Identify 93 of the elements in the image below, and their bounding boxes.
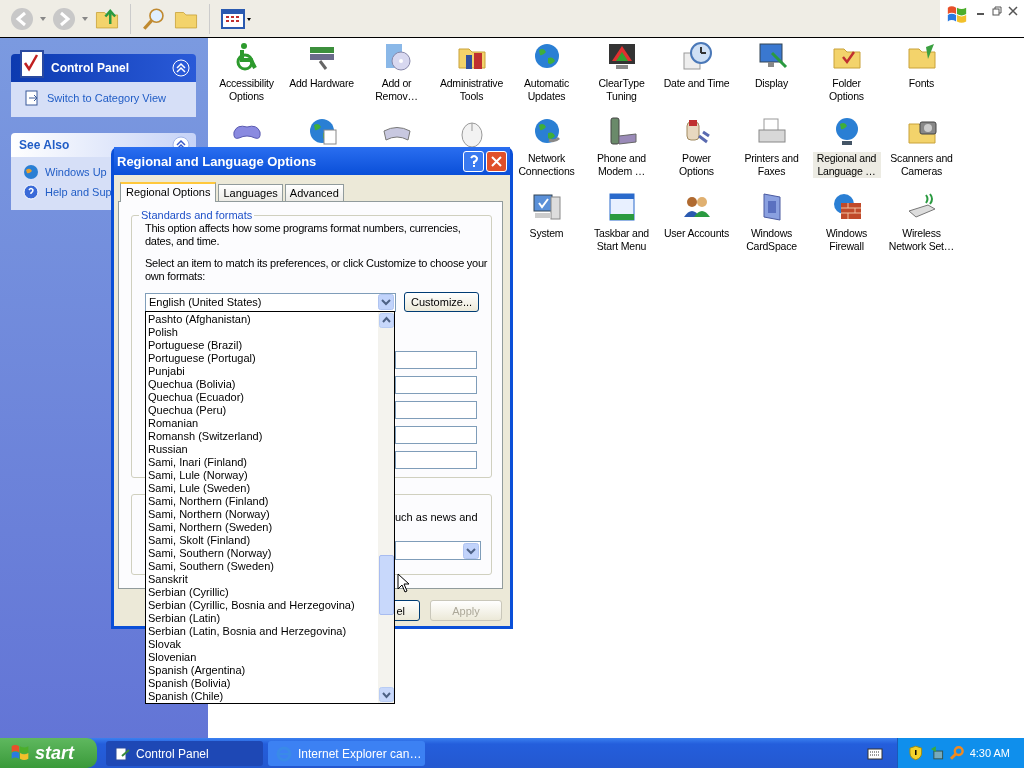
dropdown-option[interactable]: Punjabi: [148, 365, 378, 378]
close-button[interactable]: [486, 150, 507, 172]
dropdown-option[interactable]: Sami, Northern (Sweden): [148, 521, 378, 534]
control-panel-item[interactable]: Windows CardSpace: [737, 227, 806, 253]
dropdown-option[interactable]: Serbian (Latin): [148, 612, 378, 625]
caret-icon[interactable]: [40, 16, 46, 21]
control-panel-item[interactable]: Add or Remov…: [362, 77, 431, 103]
dropdown-list-menu[interactable]: [145, 311, 395, 704]
control-panel-item[interactable]: Printers and Faxes: [737, 152, 806, 178]
dropdown-option[interactable]: Slovak: [148, 638, 378, 651]
panel-title: Control Panel: [51, 61, 130, 75]
taskbar-button[interactable]: Control Panel: [106, 741, 263, 766]
dropdown-option[interactable]: Serbian (Cyrillic, Bosnia and Herzegovina): [148, 599, 378, 612]
dropdown-option[interactable]: Spanish (Chile): [148, 690, 378, 703]
customize-button[interactable]: Customize...: [404, 292, 480, 312]
control-panel-item[interactable]: Wireless Network Set…: [887, 227, 956, 253]
shield-icon: [908, 745, 924, 761]
close-icon[interactable]: [1008, 6, 1018, 16]
dropdown-option[interactable]: Sami, Northern (Finland): [148, 495, 378, 508]
dropdown-option[interactable]: Spanish (Bolivia): [148, 677, 378, 690]
dropdown-option[interactable]: Sami, Lule (Norway): [148, 469, 378, 482]
search-icon: [949, 745, 965, 761]
scroll-down-icon[interactable]: [378, 687, 394, 702]
scrollbar-thumb[interactable]: [379, 555, 394, 615]
control-panel-item[interactable]: System: [528, 227, 565, 240]
group-title: Standards and formats: [139, 209, 255, 221]
dropdown-option[interactable]: Quechua (Bolivia): [148, 378, 378, 391]
globe-icon: [23, 164, 39, 180]
control-panel-item[interactable]: Folder Options: [812, 77, 881, 103]
panel-title: See Also: [19, 138, 71, 152]
scroll-up-icon[interactable]: [378, 313, 394, 328]
dropdown-option[interactable]: Slovenian: [148, 651, 378, 664]
control-panel-item[interactable]: Network Connections: [512, 152, 581, 178]
computer-icon: [530, 191, 563, 223]
dropdown-option[interactable]: Serbian (Latin, Bosnia and Herzegovina): [148, 625, 378, 638]
location-text: uch as news and: [395, 511, 479, 523]
control-panel-item[interactable]: Date and Time: [662, 77, 731, 90]
dropdown-option[interactable]: Pashto (Afghanistan): [148, 313, 378, 326]
keyboard-icon: [867, 746, 883, 760]
dropdown-option[interactable]: Russian: [148, 443, 378, 456]
dropdown-option[interactable]: Sami, Lule (Sweden): [148, 482, 378, 495]
sidebar-link[interactable]: Windows Up: [45, 166, 107, 178]
dropdown-option[interactable]: Portuguese (Brazil): [148, 339, 378, 352]
tab[interactable]: Advanced: [284, 184, 344, 201]
question-mark-icon: [468, 154, 479, 168]
clock-icon: [680, 41, 713, 73]
dropdown-option[interactable]: Spanish (Argentina): [148, 664, 378, 677]
control-panel-item[interactable]: Power Options: [662, 152, 731, 178]
control-panel-item[interactable]: Phone and Modem …: [587, 152, 656, 178]
tab[interactable]: Languages: [218, 184, 283, 201]
dropdown-option[interactable]: Polish: [148, 326, 378, 339]
dropdown-option[interactable]: Quechua (Ecuador): [148, 391, 378, 404]
dropdown-option[interactable]: Sanskrit: [148, 573, 378, 586]
help-icon: [23, 184, 39, 200]
checklist-icon: [19, 49, 47, 79]
tab[interactable]: Regional Options: [120, 182, 217, 202]
dropdown-option[interactable]: Serbian (Cyrillic): [148, 586, 378, 599]
taskbar-button[interactable]: Internet Explorer can…: [268, 741, 425, 766]
control-panel-item[interactable]: Add Hardware: [288, 77, 355, 90]
description-text: This option affects how some programs format numbers, currencies, dates, and time.: [145, 222, 462, 248]
format-dropdown[interactable]: English (United States): [145, 292, 396, 312]
clock: 4:30 AM: [969, 747, 1011, 759]
dropdown-option[interactable]: Romanian: [148, 417, 378, 430]
dropdown-option[interactable]: Sami, Southern (Norway): [148, 547, 378, 560]
control-panel-item[interactable]: Accessibility Options: [212, 77, 281, 103]
location-dropdown[interactable]: [395, 541, 481, 560]
dropdown-option[interactable]: Sami, Skolt (Finland): [148, 534, 378, 547]
control-panel-item[interactable]: Scanners and Cameras: [887, 152, 956, 178]
help-button[interactable]: [463, 150, 484, 172]
close-icon: [491, 155, 502, 167]
control-panel-item[interactable]: User Accounts: [662, 227, 731, 240]
windows-flag-icon: [10, 743, 30, 763]
control-panel-icon: [114, 745, 130, 762]
control-panel-item[interactable]: Fonts: [907, 77, 936, 90]
dropdown-option[interactable]: Portuguese (Portugal): [148, 352, 378, 365]
caret-icon[interactable]: [82, 16, 88, 21]
control-panel-item[interactable]: ClearType Tuning: [587, 77, 656, 103]
instruction-text: Select an item to match its preferences, or click Customize to choose your own formats:: [145, 257, 489, 283]
dropdown-option[interactable]: Quechua (Peru): [148, 404, 378, 417]
dropdown-option[interactable]: Sami, Inari (Finland): [148, 456, 378, 469]
control-panel-item[interactable]: Windows Firewall: [812, 227, 881, 253]
switch-view-icon: [23, 89, 41, 107]
control-panel-item[interactable]: Taskbar and Start Menu: [587, 227, 656, 253]
dropdown-option[interactable]: Sami, Northern (Norway): [148, 508, 378, 521]
control-panel-item[interactable]: Automatic Updates: [512, 77, 581, 103]
dropdown-option[interactable]: Sami, Southern (Sweden): [148, 560, 378, 573]
sidebar-link[interactable]: Help and Sup: [45, 186, 112, 198]
restore-icon[interactable]: [992, 6, 1002, 16]
search-icon[interactable]: [141, 5, 167, 32]
control-panel-item[interactable]: Display: [754, 77, 789, 90]
dropdown-option[interactable]: Romansh (Switzerland): [148, 430, 378, 443]
control-panel-item[interactable]: Administrative Tools: [437, 77, 506, 103]
control-panel-item[interactable]: Regional and Language …: [812, 152, 881, 178]
